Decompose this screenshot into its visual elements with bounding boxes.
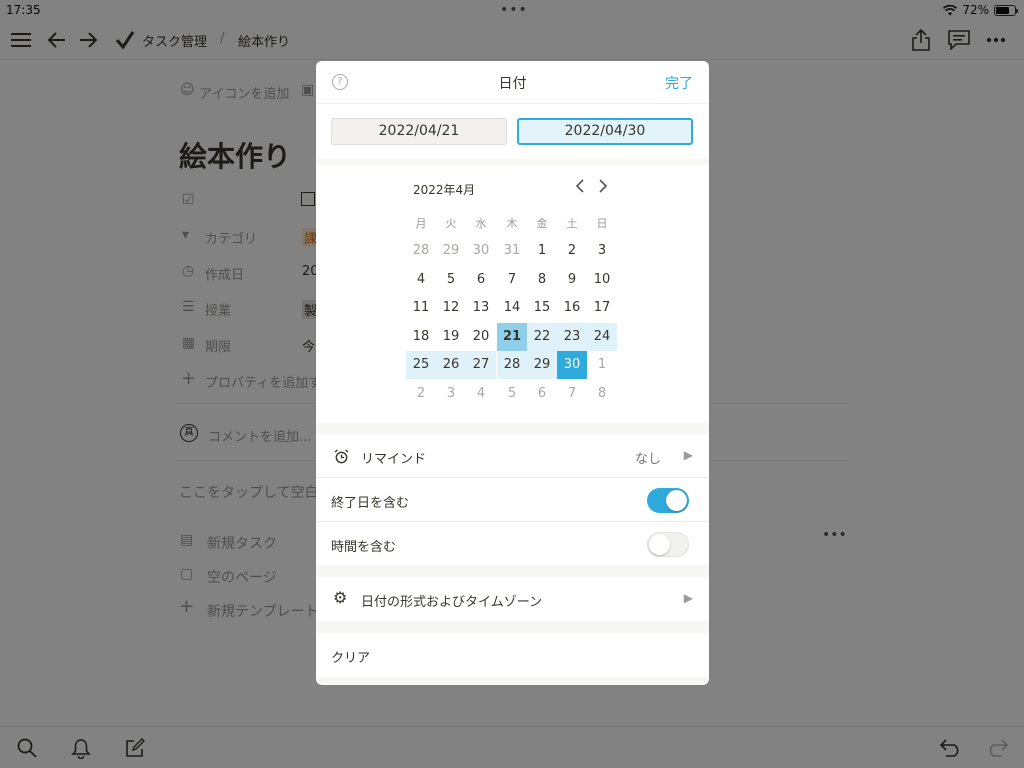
calendar-day[interactable]: 13 [466, 294, 496, 322]
calendar-day[interactable]: 29 [436, 237, 466, 265]
calendar-day[interactable]: 21 [497, 322, 527, 351]
calendar-day[interactable]: 3 [436, 380, 466, 408]
calendar-day[interactable]: 8 [527, 266, 557, 294]
toggle-knob [666, 490, 687, 511]
modal-header: ? 日付 完了 [316, 61, 709, 103]
clear-button[interactable]: クリア [331, 647, 370, 666]
remind-row[interactable]: リマインド なし ▶ [316, 434, 709, 478]
calendar-day[interactable]: 1 [587, 351, 617, 379]
calendar-day[interactable]: 8 [587, 380, 617, 408]
date-picker-modal: ? 日付 完了 2022/04/21 2022/04/30 2022年4月 月 火… [316, 61, 709, 685]
calendar-day[interactable]: 16 [557, 294, 587, 322]
chevron-right-icon: ▶ [683, 591, 693, 605]
calendar-day[interactable]: 15 [527, 294, 557, 322]
calendar-day[interactable]: 29 [527, 351, 557, 379]
gear-icon: ⚙ [333, 588, 348, 607]
end-date-field[interactable]: 2022/04/30 [517, 118, 693, 145]
date-format-row[interactable]: ⚙ 日付の形式およびタイムゾーン ▶ [316, 577, 709, 621]
calendar-day[interactable]: 20 [466, 323, 496, 351]
calendar: 2022年4月 月火水木金土日 28 29 30 31 1 2 3 4 5 6 7 8 9 10 11 12 13… [316, 165, 709, 423]
calendar-day[interactable]: 5 [497, 380, 527, 408]
calendar-day[interactable]: 11 [406, 294, 436, 322]
calendar-day[interactable]: 28 [497, 351, 527, 379]
calendar-day[interactable]: 6 [527, 380, 557, 408]
include-time-label: 時間を含む [331, 540, 397, 555]
calendar-day[interactable]: 24 [587, 322, 617, 351]
calendar-day[interactable]: 2 [557, 237, 587, 265]
include-end-date-toggle[interactable] [647, 488, 689, 513]
date-range-fields: 2022/04/21 2022/04/30 [316, 103, 709, 159]
weekday-label: 水 [475, 217, 487, 230]
weekday-label: 日 [596, 217, 608, 230]
done-button[interactable]: 完了 [665, 73, 693, 93]
start-date-field[interactable]: 2022/04/21 [331, 118, 507, 145]
calendar-day[interactable]: 6 [466, 266, 496, 294]
calendar-day[interactable]: 10 [587, 266, 617, 294]
weekday-label: 土 [566, 217, 578, 230]
calendar-day[interactable]: 1 [527, 237, 557, 265]
calendar-day[interactable]: 3 [587, 237, 617, 265]
calendar-day[interactable]: 18 [406, 323, 436, 351]
remind-label: リマインド [361, 452, 427, 467]
toggle-knob [649, 534, 670, 555]
date-format-label: 日付の形式およびタイムゾーン [361, 595, 543, 610]
format-section: ⚙ 日付の形式およびタイムゾーン ▶ [316, 577, 709, 621]
calendar-day[interactable]: 9 [557, 266, 587, 294]
calendar-day[interactable]: 7 [557, 380, 587, 408]
next-month-chevron-icon[interactable] [597, 178, 609, 197]
weekday-label: 金 [536, 217, 548, 230]
remind-value: なし [634, 452, 661, 467]
calendar-day[interactable]: 19 [436, 323, 466, 351]
alarm-clock-icon [334, 449, 349, 464]
calendar-day[interactable]: 26 [436, 351, 466, 379]
calendar-day[interactable]: 30 [557, 351, 587, 379]
include-time-toggle[interactable] [647, 532, 689, 557]
weekday-label: 月 [415, 217, 427, 230]
calendar-day[interactable]: 22 [527, 322, 557, 351]
calendar-day[interactable]: 17 [587, 294, 617, 322]
include-end-date-row: 終了日を含む [316, 478, 709, 522]
calendar-day[interactable]: 30 [466, 237, 496, 265]
modal-title: 日付 [498, 76, 527, 92]
calendar-day[interactable]: 25 [406, 351, 436, 379]
calendar-day[interactable]: 28 [406, 237, 436, 265]
calendar-month-label: 2022年4月 [413, 183, 476, 197]
include-time-row: 時間を含む [316, 522, 709, 566]
calendar-day[interactable]: 4 [466, 380, 496, 408]
calendar-day[interactable]: 27 [466, 351, 496, 379]
calendar-day[interactable]: 5 [436, 266, 466, 294]
chevron-right-icon: ▶ [683, 448, 693, 462]
calendar-day[interactable]: 4 [406, 266, 436, 294]
options-section: リマインド なし ▶ 終了日を含む 時間を含む [316, 434, 709, 565]
prev-month-chevron-icon[interactable] [574, 178, 586, 197]
calendar-day[interactable]: 31 [497, 237, 527, 265]
clear-row[interactable]: クリア [316, 633, 709, 677]
include-end-date-label: 終了日を含む [331, 496, 410, 511]
calendar-day[interactable]: 7 [497, 266, 527, 294]
calendar-day[interactable]: 2 [406, 380, 436, 408]
weekday-label: 火 [445, 217, 457, 230]
calendar-day[interactable]: 23 [557, 322, 587, 351]
weekday-label: 木 [506, 217, 518, 230]
calendar-day[interactable]: 14 [497, 294, 527, 322]
calendar-day[interactable]: 12 [436, 294, 466, 322]
clear-section: クリア [316, 633, 709, 677]
